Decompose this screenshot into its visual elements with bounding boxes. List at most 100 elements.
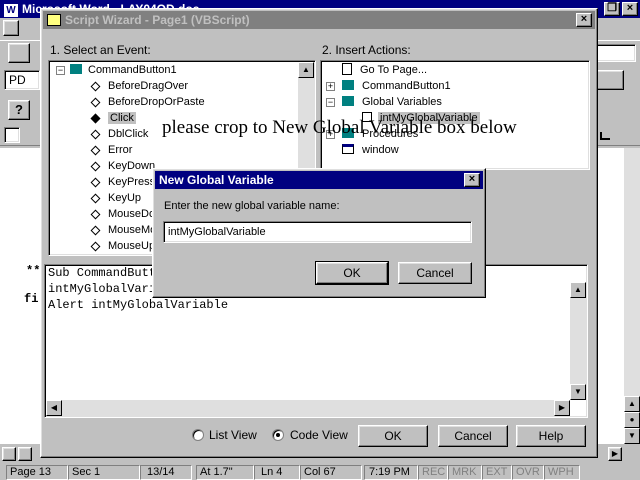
event-label: KeyPress [108, 176, 156, 188]
event-item[interactable]: Error [90, 142, 133, 158]
style-box[interactable]: PD [4, 70, 40, 90]
highlight-tool-button[interactable] [596, 70, 624, 90]
word-restore-button[interactable]: ❐ [604, 2, 620, 16]
actions-collapse-toggle[interactable]: − [326, 98, 335, 107]
event-label: DblClick [108, 128, 149, 140]
word-scroll-select-browse[interactable]: ● [624, 412, 640, 428]
code-scroll-down[interactable]: ▼ [570, 384, 586, 400]
window-icon [342, 144, 354, 154]
status-page: Page 13 [6, 465, 68, 480]
new-doc-button[interactable] [8, 43, 30, 63]
action-label: Global Variables [362, 96, 442, 108]
status-col: Col 67 [300, 465, 362, 480]
wizard-close-button[interactable]: × [576, 13, 592, 27]
events-collapse-toggle[interactable]: − [56, 66, 65, 75]
status-wph[interactable]: WPH [544, 465, 580, 480]
event-item[interactable]: KeyUp [90, 190, 142, 206]
event-icon [90, 177, 101, 188]
event-item[interactable]: DblClick [90, 126, 149, 142]
event-item[interactable]: KeyPress [90, 174, 156, 190]
code-scroll-right[interactable]: ▶ [554, 400, 570, 416]
doc-line-1: ** [26, 264, 41, 278]
code-vscroll[interactable] [570, 282, 586, 400]
dialog-cancel-button[interactable]: Cancel [398, 262, 472, 284]
wizard-titlebar: Script Wizard - Page1 (VBScript) [43, 11, 595, 29]
action-item-commandbutton[interactable]: CommandButton1 [342, 78, 451, 94]
actions-expand-toggle[interactable]: + [326, 82, 335, 91]
status-at: At 1.7" [196, 465, 254, 480]
wizard-cancel-button[interactable]: Cancel [438, 425, 508, 447]
annotation-text: please crop to New Global Variable box b… [162, 117, 517, 138]
event-icon [90, 81, 101, 92]
event-label: KeyDown [108, 160, 156, 172]
help-pointer-button[interactable]: ? [8, 100, 30, 120]
event-label: BeforeDropOrPaste [108, 96, 205, 108]
code-scroll-up[interactable]: ▲ [570, 282, 586, 298]
control-icon [70, 64, 82, 74]
events-label: 1. Select an Event: [50, 43, 151, 57]
event-label: MouseUp [108, 240, 156, 252]
wizard-icon [47, 14, 61, 26]
action-label: Go To Page... [360, 64, 428, 76]
dialog-close-button[interactable]: × [464, 173, 480, 187]
event-icon [90, 193, 101, 204]
tab-selector[interactable] [4, 127, 20, 143]
status-ext[interactable]: EXT [482, 465, 512, 480]
control-icon [342, 80, 354, 90]
normal-view-button[interactable] [2, 447, 16, 461]
events-root-item[interactable]: CommandButton1 [70, 62, 177, 78]
event-icon [90, 113, 101, 124]
events-scroll-up[interactable]: ▲ [298, 62, 314, 78]
event-icon [90, 209, 101, 220]
event-icon [90, 225, 101, 236]
dialog-prompt: Enter the new global variable name: [164, 200, 340, 212]
events-root-label: CommandButton1 [88, 64, 177, 76]
action-label: window [362, 144, 399, 156]
radio-dot [276, 433, 280, 437]
status-rec[interactable]: REC [418, 465, 448, 480]
word-scroll-next-page[interactable]: ▼ [624, 428, 640, 444]
globals-icon [342, 96, 354, 106]
wizard-title: Script Wizard - Page1 (VBScript) [65, 13, 250, 27]
variable-name-input[interactable]: intMyGlobalVariable [163, 221, 472, 243]
actions-label: 2. Insert Actions: [322, 43, 411, 57]
event-icon [90, 241, 101, 252]
action-label: CommandButton1 [362, 80, 451, 92]
code-view-radio[interactable] [272, 429, 284, 441]
event-icon [90, 129, 101, 140]
list-view-radio[interactable] [192, 429, 204, 441]
status-ovr[interactable]: OVR [512, 465, 544, 480]
event-item[interactable]: BeforeDragOver [90, 78, 188, 94]
ruler-tab-stop[interactable] [600, 132, 610, 140]
event-label: Click [108, 112, 136, 124]
list-view-label[interactable]: List View [209, 428, 257, 442]
wizard-help-button[interactable]: Help [516, 425, 586, 447]
code-scroll-left[interactable]: ◀ [46, 400, 62, 416]
action-item-window[interactable]: window [342, 142, 399, 158]
word-app-icon: W [4, 4, 18, 17]
code-view-label[interactable]: Code View [290, 428, 348, 442]
word-close-button[interactable]: × [622, 2, 638, 16]
event-item[interactable]: BeforeDropOrPaste [90, 94, 205, 110]
action-item-goto[interactable]: Go To Page... [342, 62, 427, 78]
event-icon [90, 145, 101, 156]
event-item[interactable]: KeyDown [90, 158, 156, 174]
code-hscroll[interactable] [46, 400, 570, 416]
outline-view-button[interactable] [18, 447, 32, 461]
hscroll-right-arrow[interactable]: ▶ [608, 447, 622, 461]
status-mrk[interactable]: MRK [448, 465, 482, 480]
event-item-selected[interactable]: Click [90, 110, 136, 126]
wizard-ok-button[interactable]: OK [358, 425, 428, 447]
status-time: 7:19 PM [364, 465, 418, 480]
word-scroll-prev-page[interactable]: ▲ [624, 396, 640, 412]
word-zoom-dropdown[interactable] [596, 44, 636, 62]
event-item[interactable]: MouseUp [90, 238, 156, 254]
dialog-ok-button[interactable]: OK [315, 261, 389, 285]
dialog-titlebar: New Global Variable [155, 171, 483, 189]
action-item-globals[interactable]: Global Variables [342, 94, 442, 110]
status-ln: Ln 4 [254, 465, 300, 480]
word-menu-doc-icon[interactable] [3, 20, 19, 36]
event-label: KeyUp [108, 192, 142, 204]
event-label: Error [108, 144, 133, 156]
event-icon [90, 161, 101, 172]
